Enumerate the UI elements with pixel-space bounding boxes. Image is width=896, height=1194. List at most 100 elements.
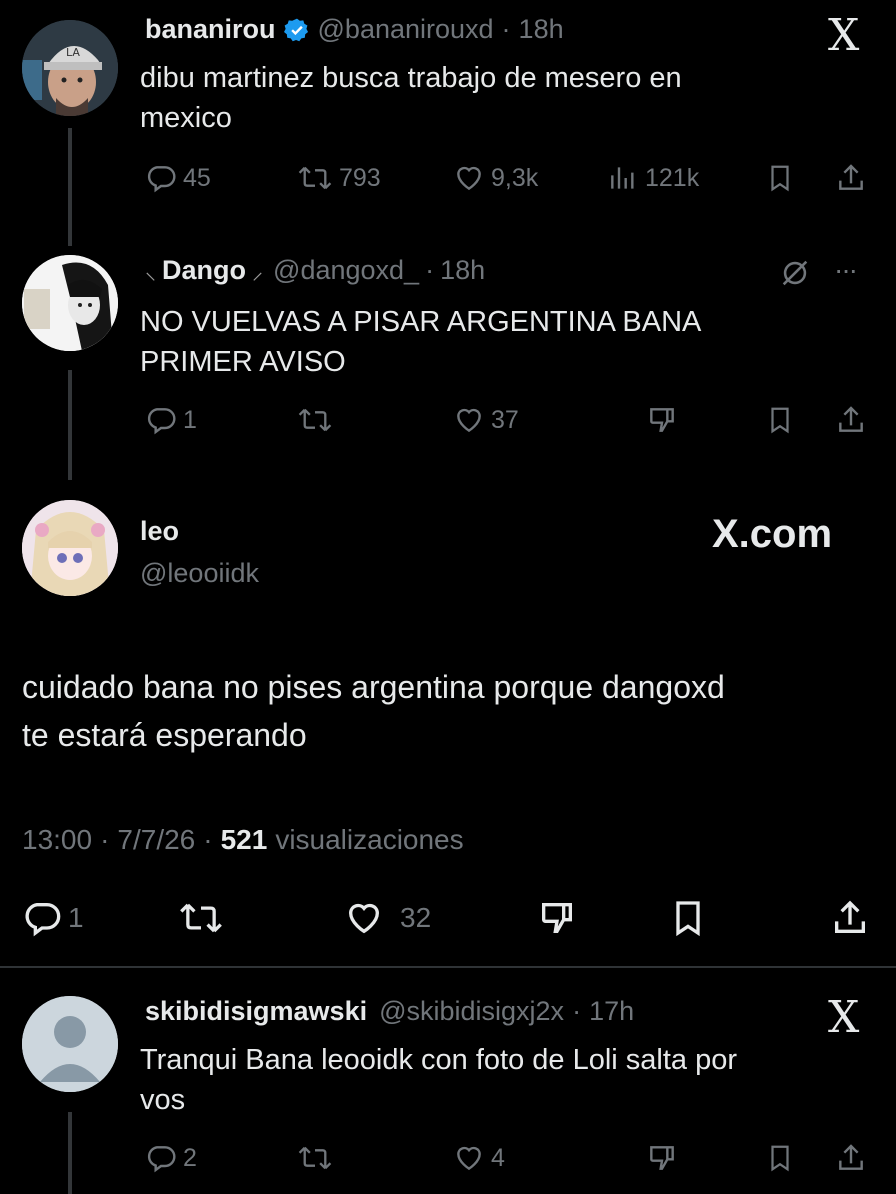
avatar-bananirou[interactable]: LA [22, 20, 118, 116]
retweet-button[interactable] [297, 404, 333, 436]
x-logo-icon: X [828, 992, 860, 1043]
separator-dot: · [203, 824, 213, 855]
tweet2-time[interactable]: 18h [440, 255, 485, 286]
downvote-button[interactable] [645, 404, 679, 436]
bookmark-icon [771, 1145, 789, 1172]
bookmark-icon [771, 407, 789, 434]
avatar-bananirou-image: LA [22, 20, 118, 116]
retweet-button[interactable]: 793 [297, 162, 381, 194]
reply-button[interactable]: 45 [145, 162, 211, 194]
bookmark-button[interactable] [765, 404, 795, 436]
separator-dot: · [100, 824, 110, 855]
bookmark-icon [771, 165, 789, 192]
reply-count: 2 [183, 1143, 197, 1172]
main-views-count: 521 [220, 824, 268, 855]
downvote-button[interactable] [536, 898, 578, 938]
like-count: 37 [491, 405, 519, 434]
tweet3-time[interactable]: 17h [589, 996, 634, 1027]
divider [0, 966, 896, 968]
share-button[interactable] [830, 898, 870, 938]
tweet1-text: dibu martinez busca trabajo de mesero en… [140, 58, 682, 138]
tweet2-text-line1: NO VUELVAS A PISAR ARGENTINA BANA [140, 306, 702, 338]
retweet-icon [298, 408, 332, 432]
tweet2-text-line2: PRIMER AVISO [140, 346, 346, 378]
reply-icon [147, 166, 176, 193]
avatar-skibidisigmawski[interactable] [22, 996, 118, 1092]
views-button[interactable]: 121k [607, 162, 699, 194]
downvote-button[interactable] [645, 1142, 679, 1174]
retweet-icon [180, 903, 222, 933]
avatar-leo[interactable] [22, 500, 118, 596]
tweet1-header: bananirou @bananirouxd · 18h [145, 14, 564, 45]
reply-icon [147, 1146, 176, 1173]
avatar-leo-image [22, 500, 118, 596]
like-count: 32 [400, 902, 432, 933]
tweet1-handle[interactable]: @bananirouxd [318, 14, 494, 45]
reply-count: 45 [183, 163, 211, 192]
avatar-dango[interactable] [22, 255, 118, 351]
tweet3-handle[interactable]: @skibidisigxj2x [379, 996, 564, 1027]
heart-icon [457, 1146, 481, 1171]
main-text: cuidado bana no pises argentina porque d… [22, 663, 725, 759]
reply-icon [25, 903, 61, 937]
like-button[interactable]: 4 [453, 1142, 505, 1174]
share-icon [839, 1144, 863, 1170]
x-logo-icon: X [828, 10, 860, 61]
share-icon [839, 164, 863, 190]
main-author-name[interactable]: leo [140, 516, 179, 547]
reply-button[interactable]: 1 [22, 898, 84, 938]
like-button[interactable]: 32 [342, 898, 431, 938]
retweet-button[interactable] [178, 898, 224, 938]
retweet-icon [298, 166, 332, 190]
thumbs-down-icon [542, 903, 572, 933]
main-time: 13:00 [22, 824, 93, 855]
tweet2-author-name[interactable]: Dango [162, 255, 246, 286]
tweet2-actions: 1 37 [145, 404, 875, 444]
leaf-right-icon: ⸝ [252, 258, 264, 284]
thumbs-down-icon [650, 1146, 674, 1170]
like-button[interactable]: 37 [453, 404, 519, 436]
reply-count: 1 [68, 902, 84, 933]
tweet3-header: skibidisigmawski @skibidisigxj2x · 17h [145, 996, 634, 1027]
grok-icon[interactable] [778, 256, 812, 295]
reply-button[interactable]: 2 [145, 1142, 197, 1174]
main-text-line2: te estará esperando [22, 717, 307, 753]
bookmark-button[interactable] [765, 1142, 795, 1174]
bookmark-button[interactable] [668, 898, 708, 938]
retweet-count: 793 [339, 163, 381, 192]
tweet3-text: Tranqui Bana leooidk con foto de Loli sa… [140, 1040, 737, 1120]
default-avatar-icon [22, 996, 118, 1092]
separator-dot: · [425, 255, 435, 285]
share-button[interactable] [835, 162, 867, 194]
tweet1-author-name[interactable]: bananirou [145, 14, 276, 45]
heart-icon [348, 903, 380, 934]
more-options-icon[interactable]: ··· [834, 254, 858, 286]
share-icon [839, 406, 863, 432]
main-actions: 1 32 [22, 898, 882, 944]
retweet-button[interactable] [297, 1142, 333, 1174]
reply-button[interactable]: 1 [145, 404, 197, 436]
main-handle[interactable]: @leooiidk [140, 558, 259, 589]
leaf-left-icon: ⸜ [145, 258, 157, 284]
like-count: 4 [491, 1143, 505, 1172]
views-count: 121k [645, 163, 700, 192]
reply-count: 1 [183, 405, 197, 434]
x-com-brand: X.com [712, 512, 833, 556]
bookmark-button[interactable] [765, 162, 795, 194]
thumbs-down-icon [650, 408, 674, 432]
tweet1-text-line2: mexico [140, 102, 232, 134]
tweet1-text-line1: dibu martinez busca trabajo de mesero en [140, 62, 682, 94]
tweet2-header: ⸜ Dango ⸝ @dangoxd_ · 18h [145, 255, 485, 286]
share-button[interactable] [835, 1142, 867, 1174]
like-button[interactable]: 9,3k [453, 162, 538, 194]
thread-line [68, 128, 72, 246]
tweet2-handle[interactable]: @dangoxd_ [273, 255, 419, 286]
tweet1-time[interactable]: 18h [519, 14, 564, 45]
tweet3-author-name[interactable]: skibidisigmawski [145, 996, 367, 1027]
share-button[interactable] [835, 404, 867, 436]
main-meta: 13:00 · 7/7/26 · 521 visualizaciones [22, 824, 464, 856]
separator-dot: · [572, 996, 582, 1026]
tweet1-actions: 45 793 9,3k 121k [145, 162, 875, 202]
tweet2-text: NO VUELVAS A PISAR ARGENTINA BANA PRIMER… [140, 302, 701, 382]
tweet3-actions: 2 4 [145, 1142, 875, 1182]
